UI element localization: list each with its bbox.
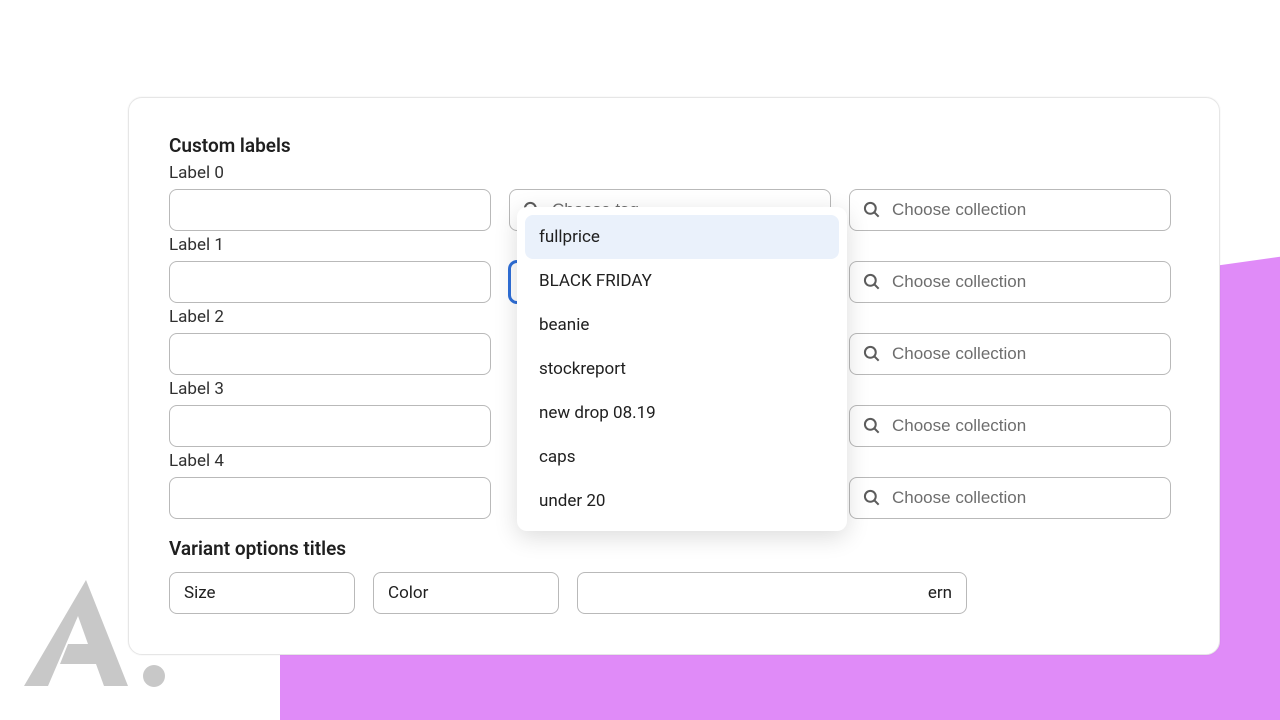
label-1-text-input[interactable] [169,261,491,303]
dropdown-item[interactable]: caps [525,435,839,479]
custom-labels-heading: Custom labels [169,134,1179,157]
dropdown-item[interactable]: under 20 [525,479,839,523]
variant-options-heading: Variant options titles [169,537,1179,560]
label-3-text-input[interactable] [169,405,491,447]
label-0-collection-select[interactable] [849,189,1171,231]
search-icon [862,488,882,508]
variant-option-2[interactable]: ern [577,572,967,614]
search-icon [862,272,882,292]
search-icon [862,344,882,364]
label-4-text-input[interactable] [169,477,491,519]
variant-option-1[interactable]: Color [373,572,559,614]
dropdown-item[interactable]: beanie [525,303,839,347]
search-icon [862,416,882,436]
dropdown-item[interactable]: fullprice [525,215,839,259]
label-4-collection-select[interactable] [849,477,1171,519]
label-1-collection-select[interactable] [849,261,1171,303]
dropdown-item[interactable]: new drop 08.19 [525,391,839,435]
search-icon [862,200,882,220]
label-2-text-input[interactable] [169,333,491,375]
label-0-text-input[interactable] [169,189,491,231]
dropdown-item[interactable]: BLACK FRIDAY [525,259,839,303]
variant-option-0[interactable]: Size [169,572,355,614]
tag-dropdown[interactable]: fullprice BLACK FRIDAY beanie stockrepor… [517,207,847,531]
label-name: Label 0 [169,163,1179,183]
variant-options-row: Size Color ern [169,572,1179,614]
label-2-collection-select[interactable] [849,333,1171,375]
dropdown-item[interactable]: stockreport [525,347,839,391]
label-3-collection-select[interactable] [849,405,1171,447]
